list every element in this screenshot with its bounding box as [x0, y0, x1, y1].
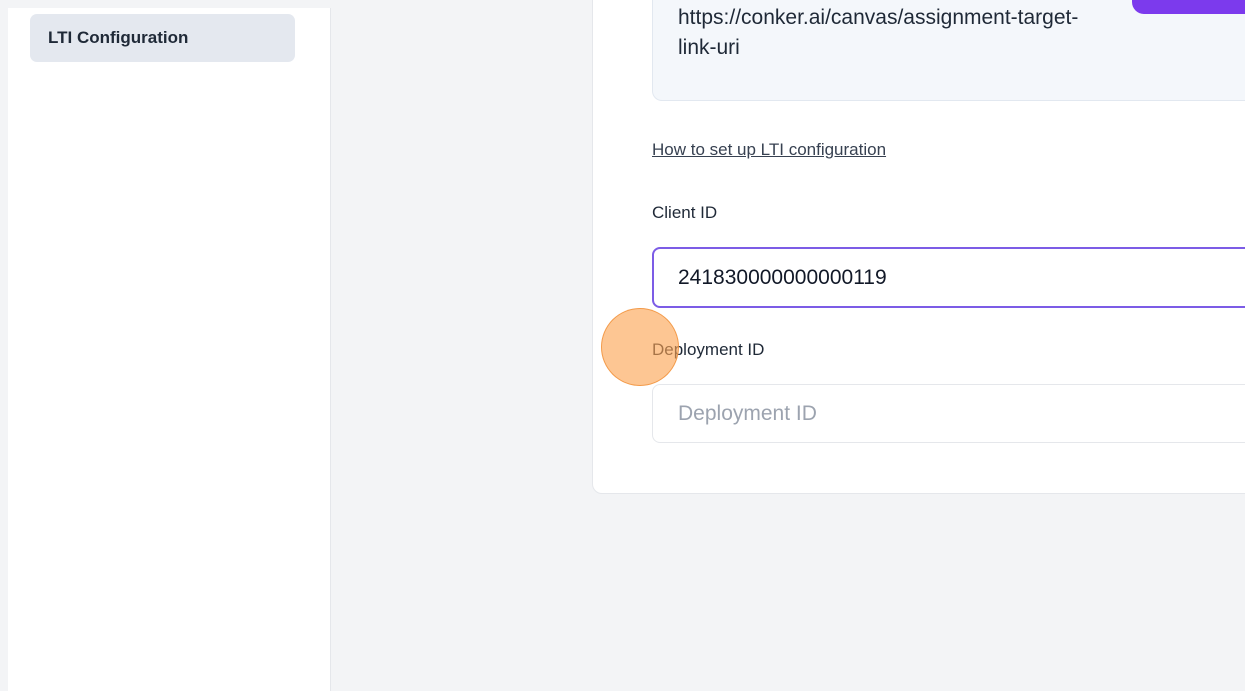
client-id-label: Client ID	[652, 203, 718, 222]
lti-setup-help-link[interactable]: How to set up LTI configuration	[652, 140, 886, 160]
sidebar-item-lti-configuration[interactable]: LTI Configuration	[30, 14, 295, 62]
target-link-uri-text: https://conker.ai/canvas/assignment-targ…	[678, 6, 1079, 59]
sidebar: LTI Configuration	[8, 8, 331, 691]
copy-button[interactable]	[1132, 0, 1245, 14]
main-content: https://conker.ai/canvas/assignment-targ…	[331, 0, 1245, 691]
deployment-id-label: Deployment ID	[652, 340, 765, 359]
client-id-input[interactable]	[652, 247, 1245, 308]
lti-configuration-card: https://conker.ai/canvas/assignment-targ…	[592, 0, 1245, 494]
page: LTI Configuration https://conker.ai/canv…	[0, 0, 1245, 691]
deployment-id-input[interactable]	[652, 384, 1245, 443]
sidebar-item-label: LTI Configuration	[48, 28, 189, 47]
target-link-uri-box: https://conker.ai/canvas/assignment-targ…	[652, 0, 1245, 101]
